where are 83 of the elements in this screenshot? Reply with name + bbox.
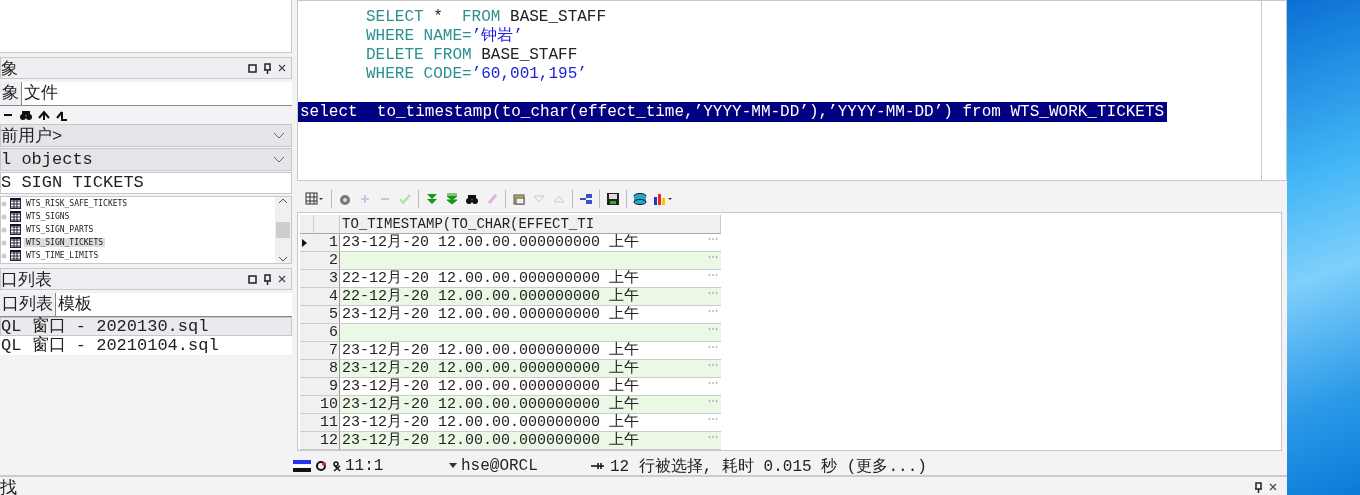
- ellipsis-button[interactable]: [708, 327, 718, 331]
- chevron-down-icon: [273, 131, 285, 140]
- row-number: 10: [314, 396, 340, 414]
- table-cell: 23-12月-20 12.00.00.000000000 上午: [342, 396, 640, 413]
- table-cell: 23-12月-20 12.00.00.000000000 上午: [342, 360, 640, 377]
- table-cell: 23-12月-20 12.00.00.000000000 上午: [342, 414, 640, 431]
- cursor-position: 11:1: [345, 457, 385, 475]
- tree-item[interactable]: WTS_SIGN_PARTS: [24, 225, 96, 234]
- table-cell: 23-12月-20 12.00.00.000000000 上午: [342, 432, 640, 449]
- row-number: 2: [314, 252, 340, 270]
- window-item[interactable]: QL 窗口 - 2020130.sql: [0, 317, 292, 336]
- panel-tab[interactable]: 口列表: [0, 293, 56, 316]
- ellipsis-button[interactable]: [708, 381, 718, 385]
- chevron-down-icon: [273, 155, 285, 164]
- code-line: SELECT * FROM BASE_STAFF: [366, 8, 607, 26]
- export-icon[interactable]: [579, 191, 593, 206]
- row-number: 7: [314, 342, 340, 360]
- current-row-icon: [300, 237, 308, 248]
- table-cell: 23-12月-20 12.00.00.000000000 上午: [342, 306, 640, 323]
- tree-item[interactable]: WTS_TIME_LIMITS: [24, 251, 101, 260]
- panel-title: 找: [0, 477, 17, 495]
- caret-icon: [449, 463, 457, 469]
- header-cell: [314, 215, 340, 234]
- row-number: 6: [314, 324, 340, 342]
- status-message: 12 行被选择, 耗时 0.015 秒 (更多...): [610, 456, 927, 477]
- double-chevron-down-icon[interactable]: [425, 191, 439, 206]
- double-chevron-down-icon[interactable]: [445, 191, 459, 206]
- row-number: 9: [314, 378, 340, 396]
- ellipsis-button[interactable]: [708, 363, 718, 367]
- table-cell: 23-12月-20 12.00.00.000000000 上午: [342, 378, 640, 395]
- panel-title: 口列表: [1, 269, 52, 291]
- ellipsis-button[interactable]: [708, 255, 718, 259]
- ellipsis-button[interactable]: [708, 309, 718, 313]
- type-dropdown[interactable]: l objects: [0, 148, 292, 171]
- restore-icon[interactable]: [246, 61, 258, 75]
- row-number: 5: [314, 306, 340, 324]
- window-item[interactable]: QL 窗口 - 20210104.sql: [0, 336, 292, 355]
- code-line: WHERE CODE=’60,001,195’: [366, 65, 587, 83]
- user-dropdown[interactable]: 前用户>: [0, 124, 292, 147]
- ellipsis-button[interactable]: [708, 237, 718, 241]
- table-icon: [10, 237, 21, 248]
- bar-chart-icon[interactable]: [653, 191, 673, 206]
- chevron-down-icon: [278, 255, 288, 263]
- panel-tab[interactable]: 象: [0, 82, 22, 105]
- row-number: 1: [314, 234, 340, 252]
- tree-item[interactable]: WTS_SIGN_TICKETS: [24, 238, 106, 247]
- row-number: 11: [314, 414, 340, 432]
- save-icon[interactable]: [606, 191, 620, 206]
- ellipsis-button[interactable]: [708, 291, 718, 295]
- table-icon: [10, 224, 21, 235]
- code-line: WHERE NAME=’钟岩’: [366, 27, 523, 45]
- connection-label[interactable]: hse@ORCL: [461, 457, 586, 475]
- scroll-thumb[interactable]: [276, 222, 290, 238]
- ampersand-icon: [331, 460, 341, 472]
- code-line: DELETE FROM BASE_STAFF: [366, 46, 578, 64]
- tree-item[interactable]: WTS_RISK_SAFE_TICKETS: [24, 199, 130, 208]
- refresh-icon: [315, 460, 327, 472]
- search-field[interactable]: S SIGN TICKETS: [0, 172, 292, 194]
- panel-title: 象: [1, 58, 18, 80]
- row-number: 12: [314, 432, 340, 450]
- ellipsis-button[interactable]: [708, 399, 718, 403]
- table-cell: 22-12月-20 12.00.00.000000000 上午: [342, 288, 640, 305]
- row-number: 3: [314, 270, 340, 288]
- ellipsis-button[interactable]: [708, 417, 718, 421]
- table-icon: [10, 211, 21, 222]
- arrow-icon[interactable]: [37, 108, 51, 122]
- column-header[interactable]: TO_TIMESTAMP(TO_CHAR(EFFECT_TI: [340, 215, 721, 234]
- table-cell: 22-12月-20 12.00.00.000000000 上午: [342, 270, 640, 287]
- row-number: 4: [314, 288, 340, 306]
- restore-icon[interactable]: [246, 272, 258, 286]
- binoculars-icon[interactable]: [19, 108, 33, 122]
- chevron-up-icon: [278, 197, 288, 205]
- row-number: 8: [314, 360, 340, 378]
- table-icon: [10, 250, 21, 261]
- grid-icon[interactable]: [305, 191, 325, 206]
- sql-editor[interactable]: SELECT * FROM BASE_STAFF WHERE NAME=’钟岩’ DELETE FROM BASE_STAFF WHERE CODE=’60,001,195’ select to_timestamp(to_char(effect_time,’YYYY-MM-DD’),’YYYY-MM-DD’) from WTS_WORK_TICKETS: [297, 0, 1287, 181]
- ellipsis-button[interactable]: [708, 345, 718, 349]
- tree-item[interactable]: WTS_SIGNS: [24, 212, 72, 221]
- ellipsis-button[interactable]: [708, 435, 718, 439]
- scrollbar[interactable]: [275, 197, 291, 263]
- table-cell: 23-12月-20 12.00.00.000000000 上午: [342, 342, 640, 359]
- ellipsis-button[interactable]: [708, 273, 718, 277]
- table-cell: 23-12月-20 12.00.00.000000000 上午: [342, 234, 640, 251]
